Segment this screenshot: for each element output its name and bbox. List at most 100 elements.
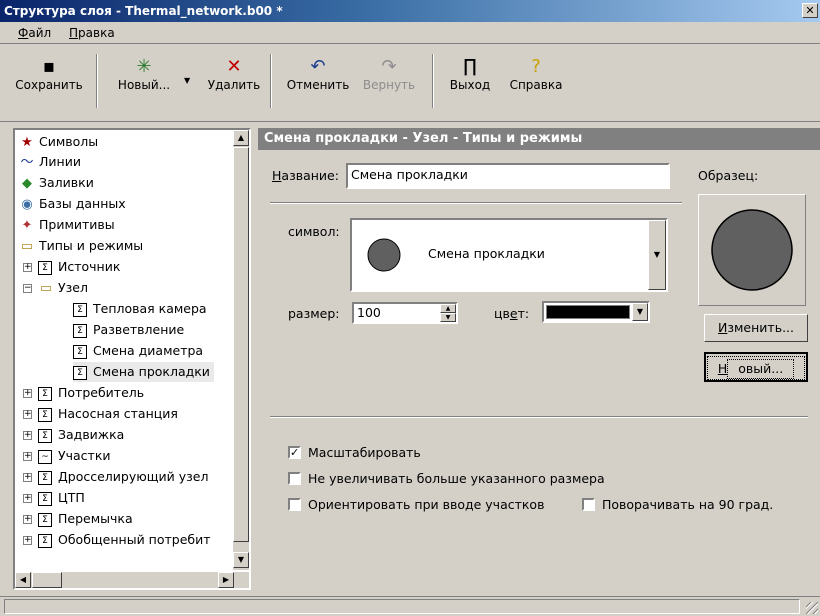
expand-icon[interactable]: + bbox=[23, 431, 32, 440]
toolbar-separator bbox=[96, 54, 98, 108]
primitives-icon: ✦ bbox=[21, 218, 33, 233]
tree-item-sections[interactable]: + ~ Участки bbox=[23, 446, 111, 466]
tree-item-throttling-node[interactable]: + Σ Дросселирующий узел bbox=[23, 467, 208, 487]
resize-grip-icon[interactable] bbox=[806, 602, 818, 614]
tree-item-valve[interactable]: + Σ Задвижка bbox=[23, 425, 124, 445]
symbol-dropdown-arrow-icon[interactable]: ▼ bbox=[648, 220, 666, 290]
scale-checkbox[interactable]: ✓ bbox=[288, 446, 301, 459]
collapse-icon[interactable]: − bbox=[23, 284, 32, 293]
new-dropdown-arrow-icon[interactable]: ▼ bbox=[184, 76, 190, 85]
tree-item-laying-change[interactable]: Σ Смена прокладки bbox=[73, 362, 214, 382]
delete-icon: ✕ bbox=[226, 56, 242, 77]
type-icon: Σ bbox=[38, 470, 52, 485]
folder-open-icon: ▭ bbox=[20, 239, 34, 254]
size-stepper[interactable]: ▲ ▼ bbox=[440, 304, 456, 322]
new-button[interactable]: ✳ Новый... bbox=[108, 56, 180, 92]
hscroll-thumb[interactable] bbox=[32, 572, 62, 588]
scroll-up-icon[interactable]: ▲ bbox=[233, 130, 249, 146]
color-dropdown-arrow-icon[interactable]: ▼ bbox=[632, 303, 648, 321]
symbol-name: Смена прокладки bbox=[428, 246, 545, 261]
line-icon: 〜 bbox=[20, 155, 34, 170]
undo-icon: ↶ bbox=[310, 56, 326, 77]
tree-item-ctp[interactable]: + Σ ЦТП bbox=[23, 488, 85, 508]
scroll-right-icon[interactable]: ▶ bbox=[218, 572, 234, 588]
size-value: 100 bbox=[357, 305, 381, 320]
tree-item-jumper[interactable]: + Σ Перемычка bbox=[23, 509, 133, 529]
type-icon: Σ bbox=[38, 260, 52, 275]
no-enlarge-checkbox[interactable] bbox=[288, 472, 301, 485]
help-button[interactable]: ? Справка bbox=[504, 56, 568, 92]
tree-item-source[interactable]: + Σ Источник bbox=[23, 257, 120, 277]
tree-horizontal-scrollbar[interactable]: ◀ ▶ bbox=[15, 572, 249, 588]
orient-checkbox[interactable] bbox=[288, 498, 301, 511]
expand-icon[interactable]: + bbox=[23, 473, 32, 482]
tree-item-databases[interactable]: ◉ Базы данных bbox=[19, 194, 125, 214]
tree-item-types-modes[interactable]: ▭ Типы и режимы bbox=[19, 236, 143, 256]
size-spinner[interactable]: 100 ▲ ▼ bbox=[352, 302, 458, 324]
close-button[interactable]: ✕ bbox=[802, 3, 818, 18]
new-symbol-button[interactable]: Новый... bbox=[704, 352, 808, 382]
decrement-icon[interactable]: ▼ bbox=[440, 313, 456, 322]
menu-file[interactable]: Файл bbox=[18, 26, 51, 40]
expand-icon[interactable]: + bbox=[23, 263, 32, 272]
type-icon: Σ bbox=[38, 428, 52, 443]
divider bbox=[270, 202, 682, 204]
sample-symbol-icon bbox=[711, 209, 793, 291]
tree-item-pump-station[interactable]: + Σ Насосная станция bbox=[23, 404, 178, 424]
exit-button[interactable]: ∏ Выход bbox=[444, 56, 496, 92]
expand-icon[interactable]: + bbox=[23, 536, 32, 545]
undo-button[interactable]: ↶ Отменить bbox=[283, 56, 353, 92]
symbol-select[interactable]: Смена прокладки ▼ bbox=[350, 218, 668, 292]
new-layer-icon: ✳ bbox=[136, 56, 152, 77]
size-label: размер: bbox=[288, 306, 340, 321]
expand-icon[interactable]: + bbox=[23, 452, 32, 461]
status-pane bbox=[4, 599, 800, 614]
tree-vertical-scrollbar[interactable]: ▲ ▼ bbox=[233, 130, 249, 570]
scroll-thumb[interactable] bbox=[233, 147, 249, 542]
expand-icon[interactable]: + bbox=[23, 494, 32, 503]
delete-button[interactable]: ✕ Удалить bbox=[205, 56, 263, 92]
color-picker[interactable]: ▼ bbox=[542, 301, 650, 323]
change-button[interactable]: Изменить... bbox=[704, 314, 808, 342]
rotate-checkbox[interactable] bbox=[582, 498, 595, 511]
name-input[interactable]: Смена прокладки bbox=[346, 163, 670, 189]
tree-item-symbols[interactable]: ★ Символы bbox=[19, 132, 98, 152]
no-enlarge-label: Не увеличивать больше указанного размера bbox=[308, 471, 605, 486]
rotate-label: Поворачивать на 90 град. bbox=[602, 497, 774, 512]
increment-icon[interactable]: ▲ bbox=[440, 304, 456, 313]
tree-item-consumer[interactable]: + Σ Потребитель bbox=[23, 383, 144, 403]
window-title: Структура слоя - Thermal_network.b00 * bbox=[4, 4, 283, 18]
save-button[interactable]: ▪ Сохранить bbox=[14, 56, 84, 92]
window-titlebar: Структура слоя - Thermal_network.b00 * ✕ bbox=[0, 0, 820, 22]
tree-item-node[interactable]: − ▭ Узел bbox=[23, 278, 88, 298]
sample-circle bbox=[711, 209, 793, 291]
expand-icon[interactable]: + bbox=[23, 515, 32, 524]
tree-item-generalized-consumer[interactable]: + Σ Обобщенный потребит bbox=[23, 530, 211, 550]
scroll-down-icon[interactable]: ▼ bbox=[233, 552, 249, 568]
color-label: цвет: bbox=[494, 306, 530, 321]
symbol-preview-circle bbox=[367, 238, 401, 272]
exit-door-icon: ∏ bbox=[463, 56, 477, 77]
scroll-left-icon[interactable]: ◀ bbox=[15, 572, 31, 588]
expand-icon[interactable]: + bbox=[23, 389, 32, 398]
tree-item-lines[interactable]: 〜 Линии bbox=[19, 152, 80, 172]
expand-icon[interactable]: + bbox=[23, 410, 32, 419]
fill-icon: ◆ bbox=[22, 176, 32, 191]
layer-structure-tree[interactable]: ★ Символы 〜 Линии ◆ Заливки ◉ Базы данных ✦ П… bbox=[13, 128, 251, 590]
tree-item-branching[interactable]: Σ Разветвление bbox=[73, 320, 184, 340]
orient-label: Ориентировать при вводе участков bbox=[308, 497, 545, 512]
tree-item-heat-chamber[interactable]: Σ Тепловая камера bbox=[73, 299, 207, 319]
symbol-preview-icon bbox=[367, 238, 401, 272]
menu-edit[interactable]: Правка bbox=[69, 26, 115, 40]
tree-item-diameter-change[interactable]: Σ Смена диаметра bbox=[73, 341, 203, 361]
type-icon: Σ bbox=[38, 512, 52, 527]
sample-label: Образец: bbox=[698, 168, 759, 183]
symbol-label: символ: bbox=[288, 224, 340, 239]
redo-button[interactable]: ↷ Вернуть bbox=[356, 56, 422, 92]
scale-label: Масштабировать bbox=[308, 445, 421, 460]
color-swatch bbox=[546, 305, 630, 319]
tree-item-primitives[interactable]: ✦ Примитивы bbox=[19, 215, 115, 235]
type-icon: Σ bbox=[38, 386, 52, 401]
tree-item-fills[interactable]: ◆ Заливки bbox=[19, 173, 94, 193]
toolbar-separator bbox=[270, 54, 272, 108]
